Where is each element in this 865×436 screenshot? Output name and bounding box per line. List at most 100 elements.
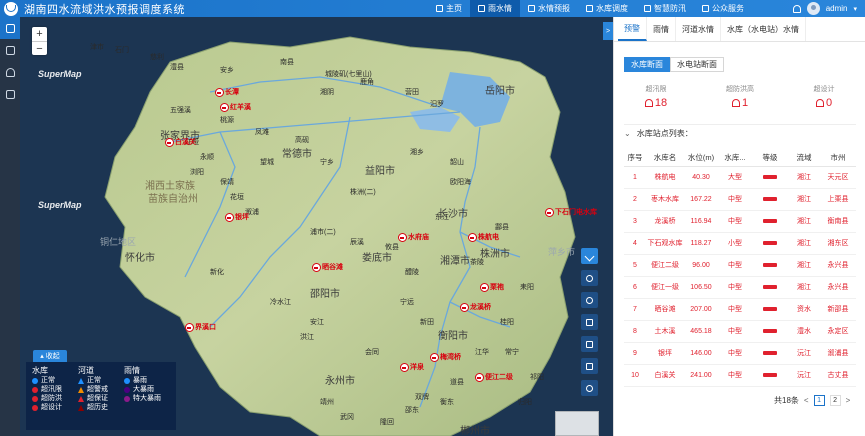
city-label: 株洲市 (480, 249, 510, 260)
col-name[interactable]: 水库名 (646, 150, 684, 167)
station-marker[interactable]: 银坪 (225, 212, 249, 222)
table-row[interactable]: 4 下石观水库 118.27 小型 湘江 湘东区 (624, 232, 856, 255)
cell-type: 中型 (718, 298, 752, 321)
table-row[interactable]: 6 便江一级 106.50 中型 湘江 永兴县 (624, 276, 856, 299)
cell-name: 土木溪 (646, 320, 684, 343)
station-list-header[interactable]: ⌄ 水库站点列表： (624, 124, 856, 139)
legend-item: 超保证 (78, 394, 124, 403)
expand-tool-button[interactable] (581, 248, 598, 264)
table-row[interactable]: 2 枣木水库 167.22 中型 湘江 上栗县 (624, 188, 856, 211)
legend-item: 暴雨 (124, 376, 170, 385)
overview-map[interactable] (555, 411, 599, 436)
place-label: 高砚 (295, 137, 309, 144)
cell-basin: 澧水 (788, 320, 820, 343)
station-marker[interactable]: 水府庙 (398, 232, 429, 242)
table-row[interactable]: 3 龙溪桥 116.94 中型 湘江 衡南县 (624, 210, 856, 233)
layers-button[interactable] (0, 17, 20, 39)
panel-toggle-button[interactable]: > (603, 22, 613, 40)
page-1-button[interactable]: 1 (813, 395, 825, 406)
bell-icon[interactable] (792, 4, 801, 13)
place-label: 株洲(二) (350, 189, 376, 196)
stat-over-flood-limit[interactable]: 超汛限 18 (614, 84, 698, 109)
subtab-hydropower-section[interactable]: 水电站断面 (670, 57, 724, 72)
table-row[interactable]: 8 土木溪 465.18 中型 澧水 永定区 (624, 320, 856, 343)
place-label: 凤滩 (255, 129, 269, 136)
search-tool-button[interactable] (581, 270, 598, 286)
station-marker[interactable]: 便江二级 (475, 372, 513, 382)
station-marker[interactable]: 梅湾桥 (430, 352, 461, 362)
table-row[interactable]: 7 晒谷滩 207.00 中型 资水 新邵县 (624, 298, 856, 321)
tab-river[interactable]: 河道水情 (676, 17, 721, 41)
col-grade[interactable]: 等级 (752, 150, 788, 167)
layer-tool-button[interactable] (581, 292, 598, 308)
avatar[interactable] (806, 2, 820, 15)
tab-warning[interactable]: 预警 (618, 17, 647, 41)
chevron-down-icon[interactable]: ▾ (853, 5, 857, 13)
col-level[interactable]: 水位(m) (684, 150, 718, 167)
reservoir-table: 序号 水库名 水位(m) 水库... 等级 流域 市州 1 株航电 40.30 大型湘… (624, 150, 856, 387)
nav-reservoir[interactable]: 水库调度 (578, 0, 636, 17)
nav-public[interactable]: 公众服务 (694, 0, 752, 17)
username[interactable]: admin (826, 4, 848, 13)
delete-tool-button[interactable] (581, 358, 598, 374)
zoom-in-button[interactable]: + (32, 27, 47, 41)
station-marker[interactable]: 洋泉 (400, 362, 424, 372)
table-row[interactable]: 10 白溪关 241.00 中型 沅江 古丈县 (624, 364, 856, 387)
document-button[interactable] (0, 39, 20, 61)
subtab-reservoir-section[interactable]: 水库断面 (624, 57, 670, 72)
nav-forecast[interactable]: 水情预报 (520, 0, 578, 17)
prev-page-button[interactable]: < (804, 396, 809, 405)
cell-grade (752, 166, 788, 189)
nav-flood[interactable]: 智慧防汛 (636, 0, 694, 17)
stat-over-flood-control[interactable]: 超防洪高 1 (698, 84, 782, 109)
cell-name: 便江二级 (646, 254, 684, 277)
zoom-out-button[interactable]: − (32, 41, 47, 55)
station-marker[interactable]: 长潭 (215, 87, 239, 97)
grid-button[interactable] (0, 83, 20, 105)
tab-rain[interactable]: 雨情 (647, 17, 676, 41)
station-marker[interactable]: 龙溪桥 (460, 302, 491, 312)
measure-tool-button[interactable] (581, 314, 598, 330)
delete-icon (586, 362, 593, 370)
station-marker[interactable]: 晒谷滩 (312, 262, 343, 272)
place-label: 桃源 (220, 117, 234, 124)
tab-reservoir[interactable]: 水库（水电站）水情 (721, 17, 806, 41)
col-no[interactable]: 序号 (624, 150, 646, 167)
section-subtabs: 水库断面 水电站断面 (624, 57, 724, 72)
station-marker[interactable]: 界溪口 (185, 322, 216, 332)
place-label: 武冈 (340, 414, 354, 421)
place-label: 保靖 (220, 179, 234, 186)
stat-over-design[interactable]: 超设计 0 (782, 84, 865, 109)
col-basin[interactable]: 流域 (788, 150, 820, 167)
table-row[interactable]: 9 银坪 146.00 中型 沅江 溆浦县 (624, 342, 856, 365)
station-marker[interactable]: 栗袍 (480, 282, 504, 292)
station-marker[interactable]: 白溪关 (165, 137, 196, 147)
flood-icon (644, 5, 651, 12)
table-row[interactable]: 1 株航电 40.30 大型 湘江 天元区 (624, 166, 856, 189)
nav-rain-water[interactable]: 雨水情 (470, 0, 520, 17)
city-label: 铜仁地区 (100, 237, 137, 247)
cell-name: 龙溪桥 (646, 210, 684, 233)
cell-name: 便江一级 (646, 276, 684, 299)
col-type[interactable]: 水库... (718, 150, 752, 167)
station-marker[interactable]: 株航电 (468, 232, 499, 242)
region-label: 苗族自治州 (148, 194, 198, 205)
page-2-button[interactable]: 2 (829, 395, 841, 406)
cell-basin: 沅江 (788, 364, 820, 387)
col-city[interactable]: 市州 (820, 150, 856, 167)
map-view[interactable]: 岳阳市 常德市 张家界市 湘西土家族 苗族自治州 怀化市 益阳市 长沙市 娄底市… (20, 17, 613, 436)
table-row[interactable]: 5 便江二级 96.00 中型 湘江 永兴县 (624, 254, 856, 277)
nav-home[interactable]: 主页 (428, 0, 470, 17)
locate-tool-button[interactable] (581, 380, 598, 396)
cloud-button[interactable] (0, 61, 20, 83)
legend-collapse-button[interactable]: ▴ 收起 (33, 350, 67, 362)
table-header-row: 序号 水库名 水位(m) 水库... 等级 流域 市州 (624, 150, 856, 167)
next-page-button[interactable]: > (846, 396, 851, 405)
cell-level: 106.50 (684, 276, 718, 299)
city-label: 湘潭市 (440, 256, 470, 267)
station-marker[interactable]: 下石门电水库 (545, 207, 597, 217)
draw-tool-button[interactable] (581, 336, 598, 352)
cell-basin: 湘江 (788, 188, 820, 211)
chevron-up-icon: ▴ (40, 353, 44, 360)
station-marker[interactable]: 红羊溪 (220, 102, 251, 112)
